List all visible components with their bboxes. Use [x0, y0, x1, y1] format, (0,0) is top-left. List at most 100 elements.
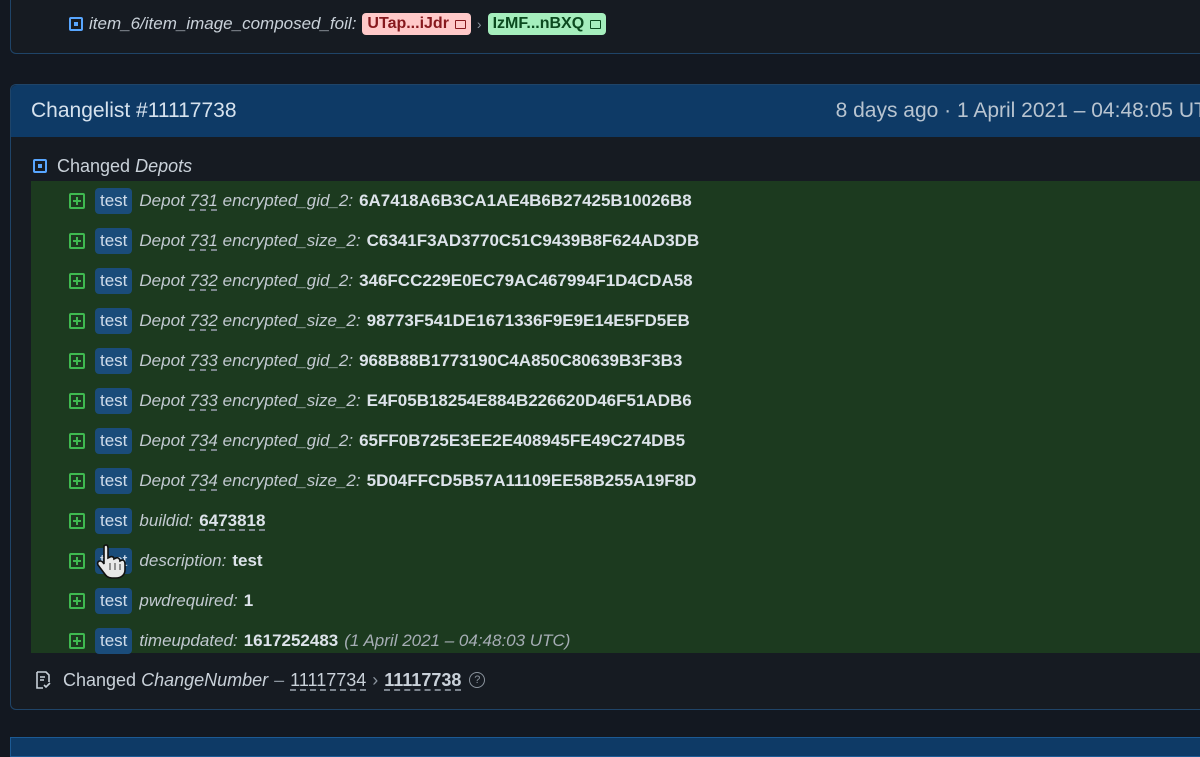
list-item: test Depot 733 encrypted_size_2: E4F05B182…	[69, 386, 692, 416]
key-suffix: encrypted_size_2:	[222, 471, 361, 490]
key-value: E4F05B18254E884B226620D46F51ADB6	[366, 391, 692, 410]
image-icon	[454, 19, 466, 29]
image-key: item_6/item_image_composed_foil:	[89, 14, 357, 33]
changed-depots-heading: Changed Depots	[33, 155, 192, 177]
key-suffix: encrypted_size_2:	[222, 391, 361, 410]
key-suffix: encrypted_gid_2:	[222, 431, 354, 450]
changelist-title[interactable]: Changelist #11117738	[31, 99, 237, 123]
image-change-row: item_6/item_image_composed_foil: UTap...…	[69, 10, 607, 38]
plus-square-icon	[69, 553, 85, 569]
depot-id-link[interactable]: 732	[190, 311, 218, 331]
depot-id-link[interactable]: 734	[190, 431, 218, 451]
square-dot-icon	[69, 17, 83, 31]
arrow-separator: ›	[476, 16, 482, 32]
key-name: Depot	[139, 231, 185, 250]
plus-square-icon	[69, 353, 85, 369]
key-name: Depot	[139, 391, 185, 410]
key-value: 1617252483	[243, 631, 339, 650]
plus-square-icon	[69, 473, 85, 489]
added-keys-list: test Depot 731 encrypted_gid_2: 6A7418A6B3…	[31, 181, 1200, 656]
change-number-row: Changed ChangeNumber – 11117734 › 111177…	[33, 667, 486, 693]
old-image-hash: UTap...iJdr	[367, 15, 449, 32]
square-dot-icon	[33, 159, 47, 173]
list-item: test Depot 731 encrypted_size_2: C6341F3AD…	[69, 226, 699, 256]
plus-square-icon	[69, 193, 85, 209]
hand-cursor-icon	[96, 544, 126, 579]
plus-square-icon	[69, 593, 85, 609]
plus-square-icon	[69, 513, 85, 529]
previous-changelist-card: item_6/item_image_composed_foil: UTap...…	[10, 0, 1200, 54]
section-prefix: Changed	[57, 155, 131, 176]
list-item: test buildid: 6473818	[69, 506, 265, 536]
new-change-number-link[interactable]: 11117738	[384, 670, 461, 691]
list-item: test Depot 734 encrypted_gid_2: 65FF0B725E…	[69, 426, 685, 456]
depot-id-link[interactable]: 733	[190, 391, 218, 411]
changelist-time: 8 days ago · 1 April 2021 – 04:48:05 UTC	[835, 99, 1200, 122]
footer-prefix: Changed	[63, 669, 137, 690]
branch-tag[interactable]: test	[95, 268, 133, 294]
key-suffix: encrypted_size_2:	[222, 231, 361, 250]
old-change-number-link[interactable]: 11117734	[290, 670, 366, 691]
key-value[interactable]: 6473818	[199, 511, 265, 531]
plus-square-icon	[69, 393, 85, 409]
key-name: Depot	[139, 351, 185, 370]
list-item: test Depot 731 encrypted_gid_2: 6A7418A6B3…	[69, 186, 692, 216]
branch-tag[interactable]: test	[95, 388, 133, 414]
depot-id-link[interactable]: 731	[190, 231, 218, 251]
key-name: buildid:	[139, 511, 194, 530]
depot-id-link[interactable]: 733	[190, 351, 218, 371]
list-item: test Depot 732 encrypted_gid_2: 346FCC229E…	[69, 266, 693, 296]
branch-tag[interactable]: test	[95, 588, 133, 614]
depot-id-link[interactable]: 734	[190, 471, 218, 491]
key-value: 1	[243, 591, 254, 610]
plus-square-icon	[69, 233, 85, 249]
image-icon	[590, 19, 602, 29]
key-suffix: encrypted_gid_2:	[222, 191, 354, 210]
key-value: C6341F3AD3770C51C9439B8F624AD3DB	[366, 231, 700, 250]
list-item: test Depot 734 encrypted_size_2: 5D04FFCD5…	[69, 466, 696, 496]
branch-tag[interactable]: test	[95, 308, 133, 334]
depot-id-link[interactable]: 732	[190, 271, 218, 291]
key-name: pwdrequired:	[139, 591, 238, 610]
key-suffix: encrypted_gid_2:	[222, 271, 354, 290]
plus-square-icon	[69, 633, 85, 649]
list-item: test pwdrequired: 1	[69, 586, 253, 616]
old-image-link[interactable]: UTap...iJdr	[362, 13, 471, 35]
branch-tag[interactable]: test	[95, 348, 133, 374]
list-item: test Depot 733 encrypted_gid_2: 968B88B177…	[69, 346, 682, 376]
plus-square-icon	[69, 433, 85, 449]
key-value: 5D04FFCD5B57A11109EE58B255A19F8D	[366, 471, 697, 490]
branch-tag[interactable]: test	[95, 228, 133, 254]
plus-square-icon	[69, 313, 85, 329]
key-name: Depot	[139, 271, 185, 290]
depot-id-link[interactable]: 731	[190, 191, 218, 211]
branch-tag[interactable]: test	[95, 428, 133, 454]
list-item: test timeupdated: 1617252483 (1 April 2021 …	[69, 626, 570, 656]
key-name: Depot	[139, 471, 185, 490]
key-value: 65FF0B725E3EE2E408945FE49C274DB5	[359, 431, 686, 450]
value-note: (1 April 2021 – 04:48:03 UTC)	[344, 631, 571, 650]
plus-square-icon	[69, 273, 85, 289]
key-name: timeupdated:	[139, 631, 238, 650]
key-value: 346FCC229E0EC79AC467994F1D4CDA58	[359, 271, 693, 290]
key-suffix: encrypted_size_2:	[222, 311, 361, 330]
key-value: 98773F541DE1671336F9E9E14E5FD5EB	[366, 311, 690, 330]
key-value: 968B88B1773190C4A850C80639B3F3B3	[359, 351, 683, 370]
key-name: Depot	[139, 191, 185, 210]
branch-tag[interactable]: test	[95, 508, 133, 534]
changelist-header: Changelist #11117738 8 days ago · 1 Apri…	[11, 85, 1200, 137]
key-value: 6A7418A6B3CA1AE4B6B27425B10026B8	[359, 191, 692, 210]
new-image-link[interactable]: IzMF...nBXQ	[487, 13, 607, 35]
footer-arrow: ›	[372, 669, 379, 690]
changelist-card: Changelist #11117738 8 days ago · 1 Apri…	[10, 84, 1200, 710]
key-name: Depot	[139, 311, 185, 330]
branch-tag[interactable]: test	[95, 188, 133, 214]
doc-check-icon	[36, 671, 51, 689]
list-item: test Depot 732 encrypted_size_2: 98773F541…	[69, 306, 690, 336]
branch-tag[interactable]: test	[95, 628, 133, 654]
branch-tag[interactable]: test	[95, 468, 133, 494]
footer-dash: –	[274, 669, 285, 690]
new-image-hash: IzMF...nBXQ	[492, 15, 585, 32]
key-value: test	[232, 551, 263, 570]
question-circle-icon[interactable]: ?	[469, 672, 486, 688]
